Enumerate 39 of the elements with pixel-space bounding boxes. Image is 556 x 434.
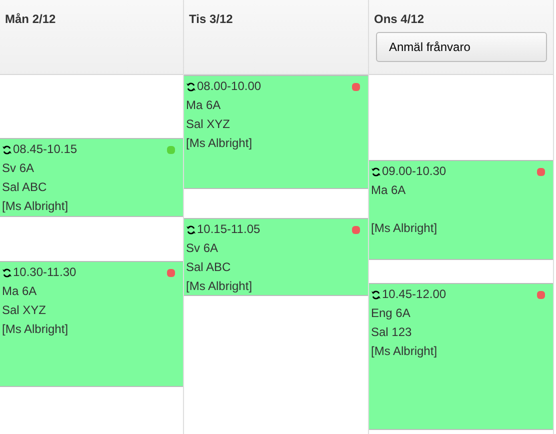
lesson-subject: Sv 6A	[2, 161, 34, 175]
refresh-icon	[371, 166, 381, 176]
lesson-card[interactable]: 08.00-10.00 Ma 6A Sal XYZ [Ms Albright]	[184, 75, 368, 189]
lesson-subject: Sv 6A	[186, 241, 218, 255]
lesson-card[interactable]: 10.30-11.30 Ma 6A Sal XYZ [Ms Albright]	[0, 261, 183, 387]
lesson-card[interactable]: 08.45-10.15 Sv 6A Sal ABC [Ms Albright]	[0, 138, 183, 217]
lesson-card[interactable]: 09.00-10.30 Ma 6A [Ms Albright]	[369, 160, 553, 260]
refresh-icon	[2, 144, 12, 154]
refresh-icon	[371, 290, 381, 300]
lesson-room: Sal XYZ	[186, 117, 230, 131]
refresh-icon	[186, 224, 196, 234]
lesson-card[interactable]: 10.15-11.05 Sv 6A Sal ABC [Ms Albright]	[184, 218, 368, 296]
lesson-teacher: [Ms Albright]	[186, 279, 252, 293]
lesson-subject: Ma 6A	[2, 284, 37, 298]
refresh-icon	[2, 268, 12, 278]
lesson-time: 10.15-11.05	[197, 221, 260, 238]
lesson-card[interactable]: 10.45-12.00 Eng 6A Sal 123 [Ms Albright]	[369, 283, 553, 430]
lesson-room: Sal XYZ	[2, 303, 46, 317]
lesson-room: Sal 123	[371, 325, 412, 339]
day-heading: Ons 4/12	[374, 11, 424, 27]
lesson-subject: Ma 6A	[186, 98, 221, 112]
lesson-teacher: [Ms Albright]	[2, 322, 68, 336]
lesson-teacher: [Ms Albright]	[186, 136, 252, 150]
lesson-subject: Ma 6A	[371, 183, 406, 197]
lesson-time: 08.00-10.00	[197, 78, 262, 95]
lesson-time: 08.45-10.15	[13, 141, 78, 158]
lesson-time: 09.00-10.30	[382, 163, 446, 180]
lesson-teacher: [Ms Albright]	[371, 344, 438, 358]
lesson-time: 10.30-11.30	[13, 264, 76, 281]
refresh-icon	[186, 82, 196, 92]
day-heading: Mån 2/12	[5, 11, 56, 27]
lesson-subject: Eng 6A	[371, 306, 410, 320]
lesson-room: Sal ABC	[186, 260, 231, 274]
lesson-time: 10.45-12.00	[382, 286, 446, 303]
day-heading: Tis 3/12	[189, 11, 233, 27]
report-absence-button[interactable]: Anmäl frånvaro	[376, 32, 547, 62]
lesson-teacher: [Ms Albright]	[2, 199, 68, 213]
lesson-room: Sal ABC	[2, 180, 47, 194]
lesson-teacher: [Ms Albright]	[371, 221, 438, 235]
